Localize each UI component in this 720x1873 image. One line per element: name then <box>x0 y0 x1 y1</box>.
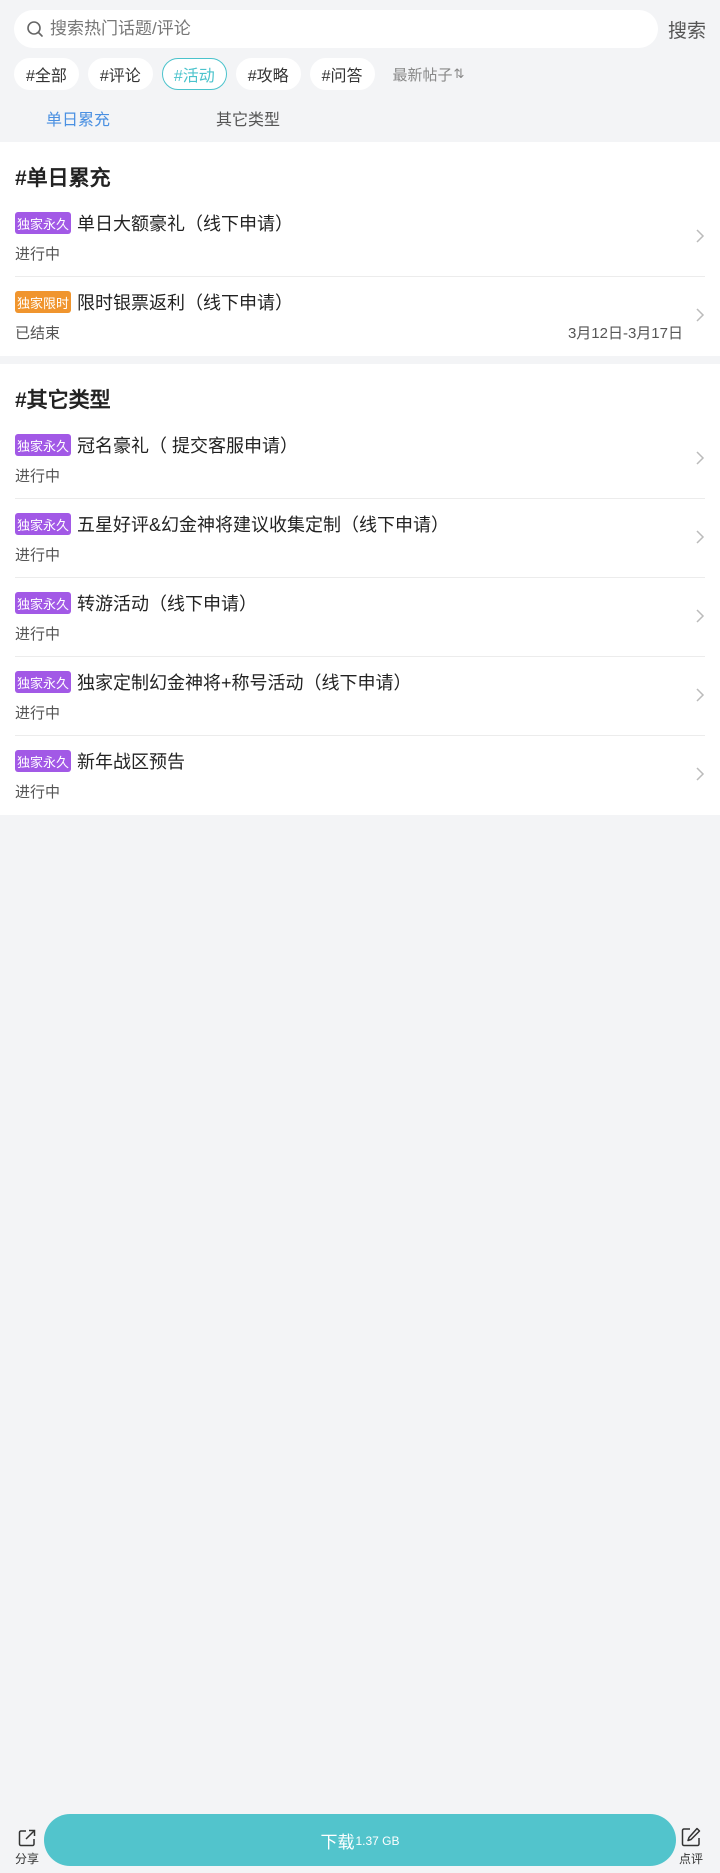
section-title: #单日累充 <box>15 167 111 190</box>
badge: 独家永久 <box>15 592 72 614</box>
review-label: 点评 <box>678 1852 703 1866</box>
chevron-right-icon <box>696 609 705 623</box>
list-item[interactable]: 独家永久 新年战区预告 进行中 <box>15 736 705 815</box>
list-item[interactable]: 独家限时 限时银票返利（线下申请） 已结束 3月12日-3月17日 <box>15 277 705 356</box>
section-title: #其它类型 <box>15 389 111 412</box>
item-status: 进行中 <box>15 246 61 263</box>
edit-icon <box>681 1827 701 1847</box>
sort-dropdown[interactable]: 最新帖子 ⇅ <box>393 64 465 85</box>
tag-filter-bar: #全部 #评论 #活动 #攻略 #问答 最新帖子 ⇅ <box>14 58 464 90</box>
item-title: 五星好评&幻金神将建议收集定制（线下申请） <box>77 515 450 535</box>
item-title: 独家定制幻金神将+称号活动（线下申请） <box>77 673 412 693</box>
subtab-bar: 单日累充 其它类型 <box>0 106 720 136</box>
item-status: 已结束 <box>15 325 61 342</box>
tag-review[interactable]: #评论 <box>87 58 153 90</box>
list-item[interactable]: 独家永久 冠名豪礼（ 提交客服申请） 进行中 <box>15 420 705 499</box>
chevron-right-icon <box>696 308 705 322</box>
section-daily-recharge: #单日累充 独家永久 单日大额豪礼（线下申请） 进行中 独家限时 限时银票返利（… <box>0 142 720 356</box>
download-label: 下载 <box>320 1832 355 1852</box>
tag-qa[interactable]: #问答 <box>309 58 375 90</box>
badge: 独家永久 <box>15 671 72 693</box>
bottom-bar: 分享 下载 1.37 GB 点评 <box>0 1814 720 1873</box>
badge: 独家永久 <box>15 212 72 234</box>
search-button[interactable]: 搜索 <box>668 16 706 43</box>
download-size: 1.37 GB <box>355 1834 400 1848</box>
list-item[interactable]: 独家永久 五星好评&幻金神将建议收集定制（线下申请） 进行中 <box>15 499 705 578</box>
tag-activity[interactable]: #活动 <box>161 58 227 90</box>
chevron-right-icon <box>696 451 705 465</box>
badge: 独家永久 <box>15 750 72 772</box>
subtab-daily-recharge[interactable]: 单日累充 <box>46 106 110 130</box>
tag-all[interactable]: #全部 <box>14 58 79 90</box>
share-label: 分享 <box>14 1852 39 1866</box>
list-item[interactable]: 独家永久 单日大额豪礼（线下申请） 进行中 <box>15 198 705 277</box>
item-title: 单日大额豪礼（线下申请） <box>77 214 294 234</box>
chevron-right-icon <box>696 767 705 781</box>
sort-label: 最新帖子 <box>392 66 453 84</box>
item-status: 进行中 <box>15 784 61 801</box>
share-icon <box>18 1829 36 1847</box>
list-item[interactable]: 独家永久 转游活动（线下申请） 进行中 <box>15 578 705 657</box>
subtab-other-types[interactable]: 其它类型 <box>216 106 280 130</box>
search-icon <box>27 21 43 37</box>
item-status: 进行中 <box>15 626 61 643</box>
item-title: 新年战区预告 <box>77 752 186 772</box>
review-button[interactable]: 点评 <box>676 1826 706 1867</box>
list-item[interactable]: 独家永久 独家定制幻金神将+称号活动（线下申请） 进行中 <box>15 657 705 736</box>
search-input[interactable] <box>50 19 610 39</box>
section-other-types: #其它类型 独家永久 冠名豪礼（ 提交客服申请） 进行中 独家永久 五星好评&幻… <box>0 364 720 815</box>
search-box[interactable] <box>14 10 658 48</box>
share-button[interactable]: 分享 <box>12 1828 42 1867</box>
chevron-right-icon <box>696 229 705 243</box>
tag-guide[interactable]: #攻略 <box>235 58 301 90</box>
badge: 独家限时 <box>15 291 72 313</box>
item-status: 进行中 <box>15 468 61 485</box>
item-date: 3月12日-3月17日 <box>567 325 683 342</box>
item-title: 限时银票返利（线下申请） <box>77 293 294 313</box>
badge: 独家永久 <box>15 513 72 535</box>
item-title: 转游活动（线下申请） <box>77 594 258 614</box>
item-title: 冠名豪礼（ 提交客服申请） <box>77 436 299 456</box>
badge: 独家永久 <box>15 434 72 456</box>
item-status: 进行中 <box>15 705 61 722</box>
chevron-right-icon <box>696 688 705 702</box>
search-row: 搜索 <box>14 10 706 48</box>
sort-icon: ⇅ <box>453 66 465 81</box>
download-button[interactable]: 下载 1.37 GB <box>44 1814 676 1866</box>
chevron-right-icon <box>696 530 705 544</box>
item-status: 进行中 <box>15 547 61 564</box>
